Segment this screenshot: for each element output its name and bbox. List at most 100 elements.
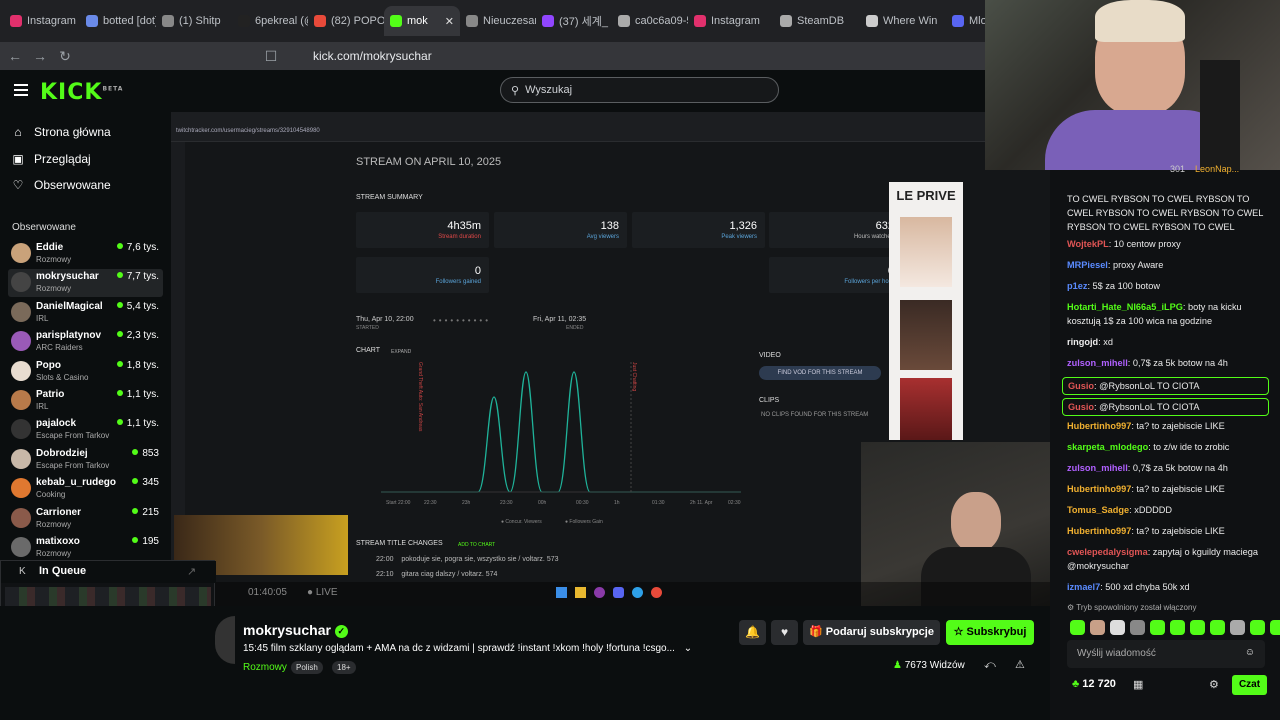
- kick-logo[interactable]: KICKBETA: [40, 80, 123, 105]
- tag-language[interactable]: Polish: [291, 661, 323, 674]
- forward-icon[interactable]: →: [30, 48, 50, 64]
- emote-icon[interactable]: [1270, 620, 1280, 635]
- browser-tab[interactable]: 6pekreal (@: [232, 6, 308, 36]
- channel-category: Rozmowy: [36, 519, 72, 529]
- chat-username[interactable]: zulson_mihell: [1067, 463, 1128, 473]
- chat-username[interactable]: Hotarti_Hate_NI66a5_iLPG: [1067, 302, 1183, 312]
- browser-tab[interactable]: ca0c6a09-5!: [612, 6, 688, 36]
- url-text[interactable]: kick.com/mokrysuchar: [313, 49, 432, 63]
- notification-bell-button[interactable]: 🔔: [739, 620, 766, 645]
- chat-username[interactable]: Gusio: [1068, 381, 1094, 391]
- stream-date: STREAM ON APRIL 10, 2025: [356, 156, 502, 168]
- streamer-avatar[interactable]: [215, 616, 235, 664]
- store-icon[interactable]: ▦: [1133, 678, 1143, 691]
- emote-icon[interactable]: [1250, 620, 1265, 635]
- browser-tab[interactable]: (1) Shitp: [156, 6, 232, 36]
- close-tab-icon[interactable]: ✕: [445, 15, 454, 28]
- live-indicator[interactable]: ● LIVE: [307, 587, 338, 598]
- category-link[interactable]: Rozmowy: [243, 662, 287, 673]
- emote-icon[interactable]: [1230, 620, 1245, 635]
- ad-banner[interactable]: LE PRIVE: [889, 182, 963, 440]
- chat-send-button[interactable]: Czat: [1232, 675, 1267, 695]
- chat-username[interactable]: cwelepedalysigma: [1067, 547, 1148, 557]
- chat-message: skarpeta_mlodego: to z/w ide to zrobic: [1067, 440, 1274, 454]
- chat-username[interactable]: MRPiesel: [1067, 260, 1108, 270]
- menu-icon[interactable]: [14, 84, 28, 96]
- chat-username[interactable]: Hubertinho997: [1067, 526, 1131, 536]
- expand-button[interactable]: EXPAND: [391, 349, 411, 355]
- emote-icon[interactable]: [1210, 620, 1225, 635]
- expand-icon[interactable]: ↗: [187, 565, 196, 578]
- nav-browse[interactable]: ▣ Przeglądaj: [12, 152, 90, 166]
- change-time: 22:00: [376, 556, 394, 563]
- find-vod-button[interactable]: FIND VOD FOR THIS STREAM: [759, 366, 881, 380]
- followed-channel[interactable]: parisplatynov ARC Raiders 2,3 tys.: [8, 328, 163, 356]
- emote-icon[interactable]: [1110, 620, 1125, 635]
- followed-channel[interactable]: Carrioner Rozmowy 215: [8, 505, 163, 533]
- browser-tab[interactable]: SteamDB: [774, 6, 860, 36]
- channel-points[interactable]: ♣ 12 720: [1072, 678, 1116, 690]
- chat-username[interactable]: izmael7: [1067, 582, 1100, 592]
- followed-channel[interactable]: Popo Slots & Casino 1,8 tys.: [8, 358, 163, 386]
- chat-username[interactable]: zulson_mihell: [1067, 358, 1128, 368]
- chat-username[interactable]: Tomus_Sadge: [1067, 505, 1129, 515]
- browser-tab[interactable]: Instagram: [688, 6, 774, 36]
- emote-icon[interactable]: [1150, 620, 1165, 635]
- search-input[interactable]: ⚲ Wyszukaj: [500, 77, 779, 103]
- emote-icon[interactable]: [1190, 620, 1205, 635]
- emote-icon[interactable]: [1070, 620, 1085, 635]
- chat-username[interactable]: p1ez: [1067, 281, 1087, 291]
- followed-channel[interactable]: Eddie Rozmowy 7,6 tys.: [8, 240, 163, 268]
- browser-tab[interactable]: (37) 세계_: [536, 6, 612, 36]
- chevron-down-icon[interactable]: ⌄: [684, 643, 692, 654]
- reload-icon[interactable]: ↻: [55, 48, 75, 65]
- emoji-icon[interactable]: ☺: [1245, 647, 1255, 658]
- back-icon[interactable]: ←: [5, 48, 25, 64]
- share-icon[interactable]: ⤺: [984, 659, 996, 672]
- tag-mature[interactable]: 18+: [332, 661, 356, 674]
- bookmark-icon[interactable]: ☐: [261, 48, 281, 65]
- emote-icon[interactable]: [1130, 620, 1145, 635]
- chat-username[interactable]: Hubertinho997: [1067, 421, 1131, 431]
- chat-text: : proxy Aware: [1107, 260, 1164, 270]
- stat-label: Peak viewers: [721, 234, 757, 240]
- chat-username[interactable]: Gusio: [1068, 402, 1094, 412]
- chat-username[interactable]: ringojd: [1067, 337, 1098, 347]
- emote-icon[interactable]: [1170, 620, 1185, 635]
- nav-home[interactable]: ⌂ Strona główna: [12, 125, 110, 139]
- browser-tab[interactable]: mok ✕: [384, 6, 460, 36]
- emote-bar: [1070, 620, 1280, 635]
- browser-tab[interactable]: (82) POPO: [308, 6, 384, 36]
- gaming-chair: [1200, 60, 1240, 170]
- followed-channel[interactable]: mokrysuchar Rozmowy 7,7 tys.: [8, 269, 163, 298]
- gift-subs-button[interactable]: 🎁 Podaruj subskrypcje: [803, 620, 940, 645]
- verified-icon: ✓: [334, 625, 348, 638]
- add-to-chart-link[interactable]: ADD TO CHART: [458, 542, 495, 548]
- followed-channel[interactable]: matixoxo Rozmowy 195: [8, 534, 163, 562]
- chat-username[interactable]: WojtekPL: [1067, 239, 1109, 249]
- report-icon[interactable]: ⚠: [1015, 658, 1025, 671]
- browser-tab[interactable]: Nieuczesan: [460, 6, 536, 36]
- follow-heart-button[interactable]: ♥: [771, 620, 798, 645]
- followed-channel[interactable]: Dobrodziej Escape From Tarkov 853: [8, 446, 163, 474]
- chat-input[interactable]: Wyślij wiadomość ☺: [1067, 640, 1265, 668]
- chat-username[interactable]: skarpeta_mlodego: [1067, 442, 1148, 452]
- chat-text: : ta? to zajebiscie LIKE: [1131, 421, 1225, 431]
- followed-channel[interactable]: Patrio IRL 1,1 tys.: [8, 387, 163, 415]
- emote-icon[interactable]: [1090, 620, 1105, 635]
- followed-channel[interactable]: pajalock Escape From Tarkov 1,1 tys.: [8, 416, 163, 444]
- subscribe-button[interactable]: ☆ Subskrybuj: [946, 620, 1034, 645]
- browser-tab[interactable]: Instagram: [4, 6, 80, 36]
- settings-gear-icon[interactable]: ⚙: [1209, 678, 1219, 691]
- streamer-name[interactable]: mokrysuchar ✓: [243, 622, 348, 638]
- stream-player[interactable]: twitchtracker.com/usermacieg/streams/329…: [171, 112, 1050, 606]
- chat-username[interactable]: Hubertinho997: [1067, 484, 1131, 494]
- nav-following[interactable]: ♡ Obserwowane: [12, 178, 111, 192]
- x-tick-label: 00:30: [576, 500, 589, 506]
- followed-channel[interactable]: DanielMagical IRL 5,4 tys.: [8, 299, 163, 327]
- channel-name: Carrioner: [36, 506, 82, 518]
- browser-tab[interactable]: Where Win: [860, 6, 946, 36]
- queue-title: In Queue: [39, 565, 87, 577]
- followed-channel[interactable]: kebab_u_rudego Cooking 345: [8, 475, 163, 503]
- browser-tab[interactable]: botted [dot]: [80, 6, 156, 36]
